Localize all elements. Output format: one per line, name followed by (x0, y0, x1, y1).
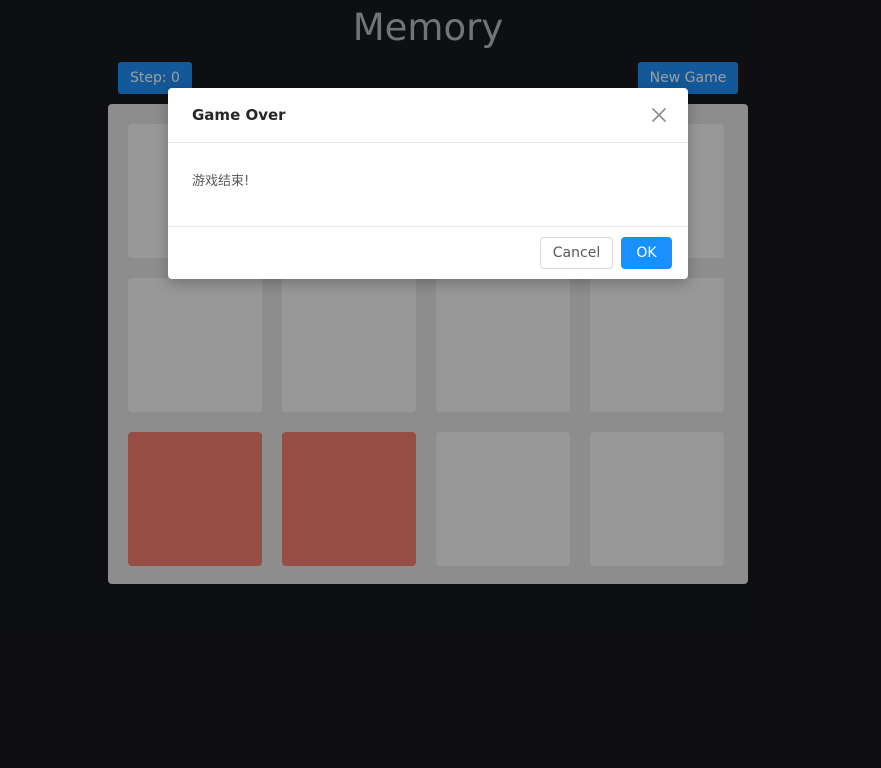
dialog-header: Game Over (168, 88, 688, 143)
game-over-dialog: Game Over 游戏结束! Cancel OK (168, 88, 688, 279)
close-button[interactable] (648, 104, 670, 126)
dialog-footer: Cancel OK (168, 226, 688, 280)
dialog-message: 游戏结束! (192, 174, 250, 189)
ok-button[interactable]: OK (621, 237, 672, 269)
close-icon (652, 108, 666, 122)
cancel-button[interactable]: Cancel (540, 237, 613, 269)
dialog-title: Game Over (192, 106, 286, 124)
